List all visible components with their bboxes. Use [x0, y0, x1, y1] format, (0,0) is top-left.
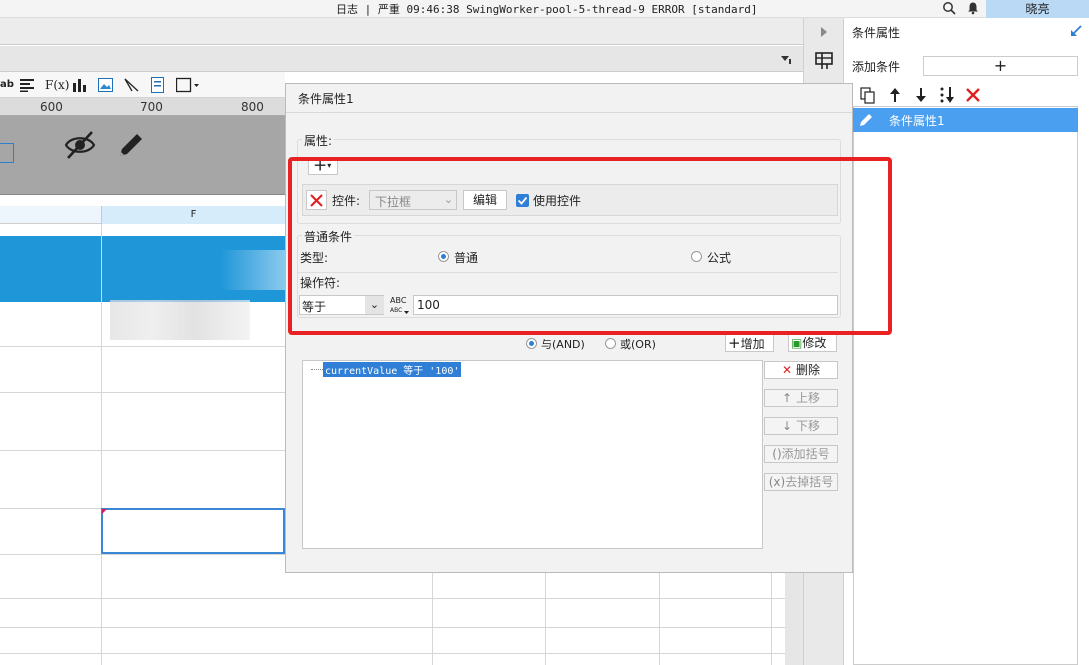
user-name[interactable]: 晓亮 — [986, 0, 1089, 18]
move-up-button[interactable]: ↑ 上移 — [764, 389, 838, 407]
vertical-scrollbar[interactable] — [785, 572, 803, 665]
log-message: 日志 | 严重 09:46:38 SwingWorker-pool-5-thre… — [336, 3, 758, 16]
dialog-title: 条件属性1 — [298, 92, 354, 106]
border-icon[interactable] — [176, 77, 200, 93]
condition-list-item-label: 条件属性1 — [889, 114, 945, 128]
ruler-tick: 600 — [40, 100, 63, 114]
column-header-f[interactable]: F — [101, 206, 285, 224]
grid-line — [0, 627, 785, 628]
search-icon[interactable] — [942, 1, 956, 15]
expand-arrow-icon[interactable] — [819, 26, 829, 38]
blurred-content — [110, 300, 250, 340]
remove-bracket-label: 去掉括号 — [785, 475, 834, 489]
condition-list-item[interactable]: 条件属性1 — [853, 108, 1078, 132]
ruler: 600 700 800 — [0, 98, 285, 116]
chart-icon[interactable] — [73, 78, 88, 92]
highlight-annotation — [288, 157, 892, 335]
add-condition-row-label: 增加 — [740, 337, 765, 351]
editor-toolbar: ab F(x) — [0, 72, 285, 98]
panel-toolbar — [853, 85, 1078, 107]
grid-line — [0, 554, 285, 555]
plus-icon: + — [728, 334, 741, 352]
grid-line — [0, 598, 785, 599]
condition-tree-item[interactable]: currentValue 等于 '100' — [323, 362, 462, 377]
add-bracket-label: 添加括号 — [781, 447, 830, 461]
remove-bracket-icon: (x) — [768, 475, 786, 489]
title-banner-cell[interactable] — [0, 236, 285, 302]
delete-icon[interactable] — [964, 85, 982, 105]
remove-bracket-button[interactable]: (x)去掉括号 — [764, 473, 838, 491]
eye-off-icon[interactable] — [63, 130, 97, 160]
grid-line — [0, 346, 285, 347]
formula-icon[interactable]: F(x) — [45, 76, 69, 94]
modify-icon: ▣ — [791, 336, 803, 350]
move-up-label: 上移 — [795, 391, 820, 405]
slash-icon[interactable] — [124, 78, 139, 92]
bell-icon[interactable] — [966, 1, 980, 15]
grid-line — [659, 572, 660, 665]
delete-button-label: 删除 — [795, 363, 820, 377]
banner-shine — [220, 250, 285, 290]
move-up-icon[interactable] — [886, 85, 904, 105]
move-down-icon[interactable] — [912, 85, 930, 105]
preview-box — [0, 143, 14, 163]
text-abbr-icon[interactable]: ab — [0, 76, 14, 94]
add-condition-button[interactable]: + — [923, 56, 1078, 76]
selected-cell[interactable] — [101, 508, 285, 554]
logic-and-radio[interactable] — [526, 338, 537, 349]
grid-line — [0, 392, 285, 393]
grid-line — [432, 572, 433, 665]
edit-icon — [860, 114, 872, 126]
copy-icon[interactable] — [859, 85, 877, 105]
arrow-down-icon: ↓ — [782, 419, 793, 433]
arrow-up-icon: ↑ — [782, 391, 793, 405]
file-icon[interactable] — [151, 77, 164, 93]
logic-or-radio[interactable] — [605, 338, 616, 349]
close-icon: ✕ — [782, 363, 793, 377]
widget-preview-area — [0, 116, 285, 195]
logic-or-label: 或(OR) — [620, 338, 656, 351]
editor-toolbar-top — [0, 46, 803, 72]
cell-marker — [102, 509, 107, 514]
divider — [286, 112, 852, 113]
ruler-tick: 800 — [241, 100, 264, 114]
condition-panel-icon[interactable] — [815, 52, 833, 70]
bracket-icon: () — [772, 447, 782, 461]
ruler-tick: 700 — [140, 100, 163, 114]
modify-button[interactable]: ▣修改 — [788, 334, 837, 352]
modify-label: 修改 — [802, 336, 827, 350]
move-down-label: 下移 — [795, 419, 820, 433]
grid-line — [0, 653, 785, 654]
add-bracket-button[interactable]: ()添加括号 — [764, 445, 838, 463]
grid-line — [0, 450, 285, 451]
sort-icon[interactable] — [938, 85, 956, 105]
image-icon[interactable] — [98, 78, 113, 92]
dock-arrow-icon[interactable] — [1070, 25, 1082, 37]
add-condition-row-button[interactable]: +增加 — [725, 334, 774, 352]
grid-line — [545, 572, 546, 665]
move-down-button[interactable]: ↓ 下移 — [764, 417, 838, 435]
logic-and-label: 与(AND) — [541, 338, 585, 351]
delete-button[interactable]: ✕ 删除 — [764, 361, 838, 379]
tree-connector — [311, 369, 323, 370]
editor-tab-strip — [0, 18, 803, 45]
grid-line — [771, 572, 772, 665]
panel-title: 条件属性 — [852, 26, 901, 40]
property-section-label: 属性: — [302, 132, 335, 149]
collapse-arrow-icon[interactable] — [780, 53, 792, 65]
add-condition-label: 添加条件 — [852, 60, 901, 74]
condition-tree[interactable]: currentValue 等于 '100' — [302, 360, 763, 549]
pencil-icon[interactable] — [115, 129, 147, 161]
align-icon[interactable] — [20, 78, 34, 92]
